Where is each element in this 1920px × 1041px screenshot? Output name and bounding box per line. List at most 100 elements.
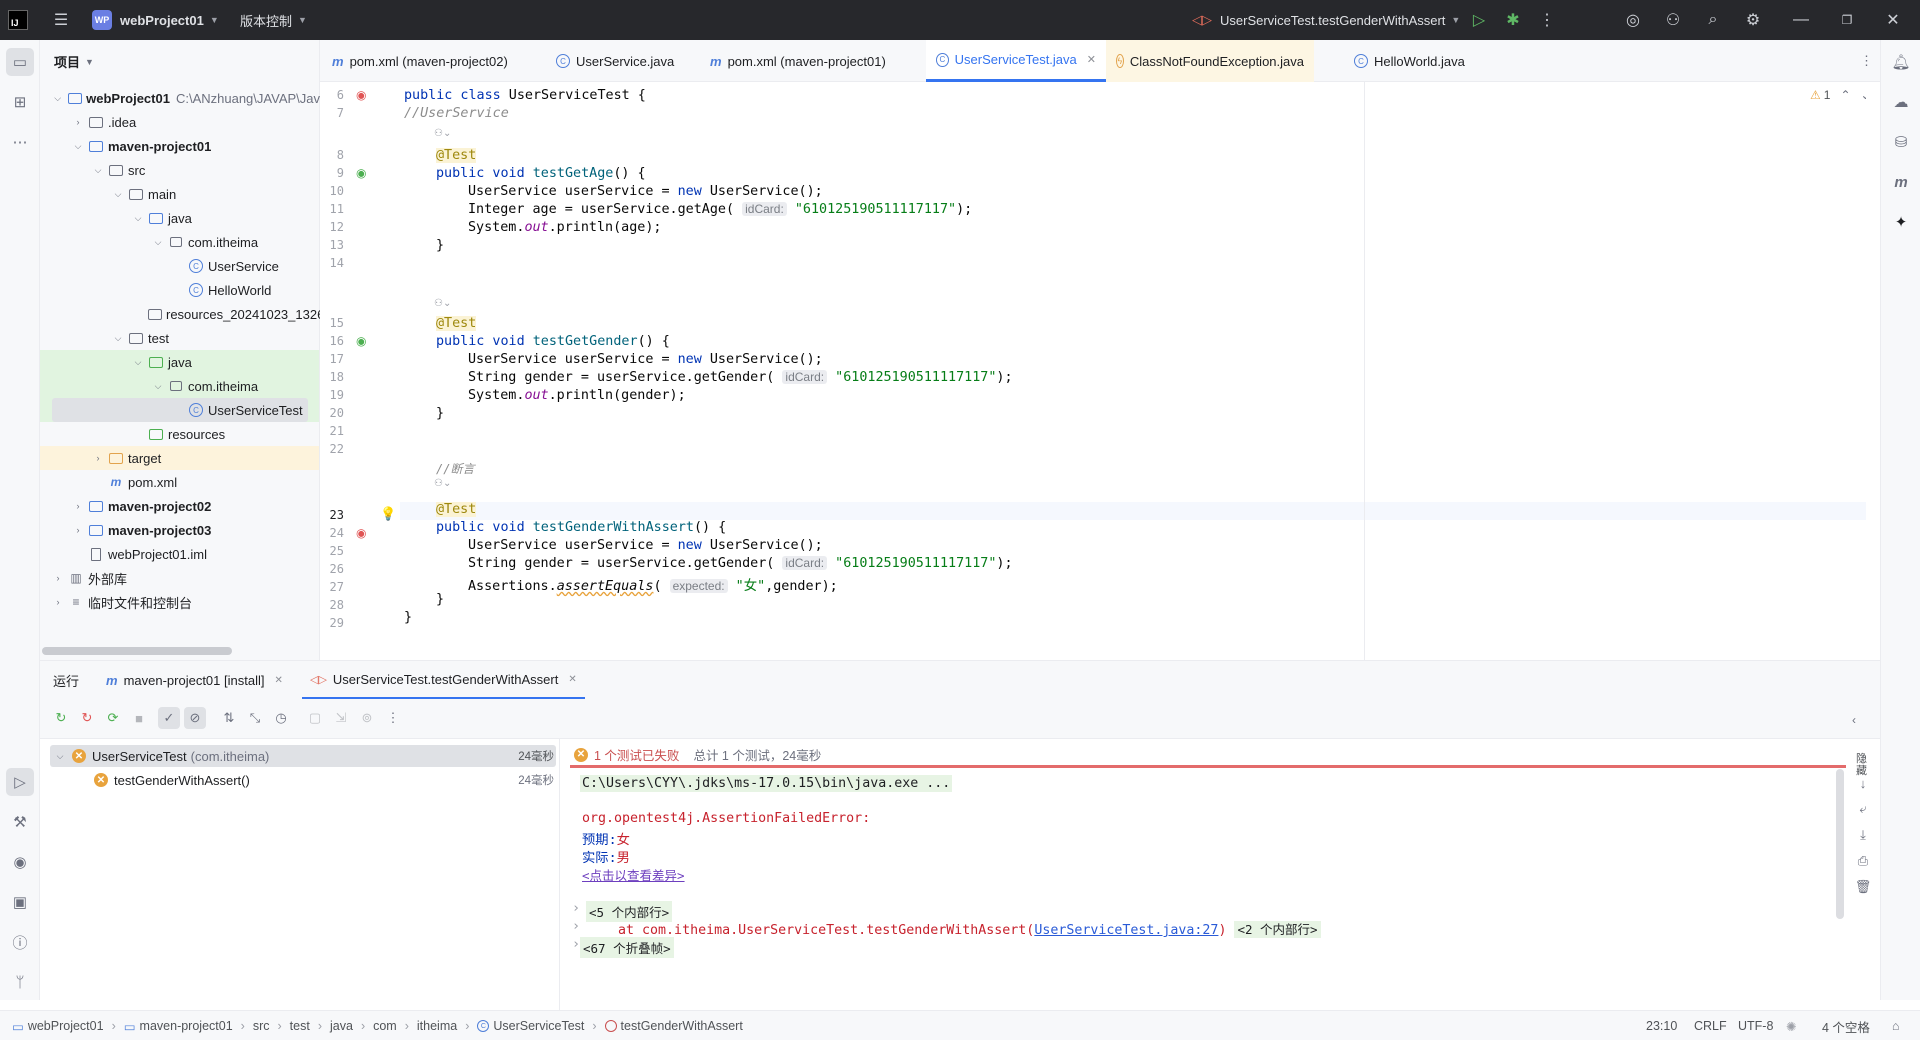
rerun-button[interactable]: ↻ (50, 707, 72, 729)
breadcrumb-item[interactable]: java (330, 1019, 353, 1033)
stop-button[interactable]: ■ (128, 707, 150, 729)
ai-assistant-button[interactable]: ◎ (1620, 0, 1646, 40)
tab-options-button[interactable]: ⋮ (1850, 40, 1883, 82)
tree-item-iml[interactable]: webProject01.iml (40, 542, 320, 566)
search-everywhere-button[interactable]: ⌕ (1700, 0, 1726, 40)
close-tab-icon[interactable]: ✕ (568, 674, 576, 685)
more-actions-button[interactable]: ⋮ (1534, 0, 1560, 40)
tree-item-src[interactable]: ⌵ src (40, 158, 320, 182)
structure-tool-button[interactable]: ⊞ (6, 88, 34, 116)
file-encoding[interactable]: UTF-8 (1738, 1011, 1773, 1041)
horizontal-scrollbar[interactable] (42, 647, 232, 655)
soft-wrap-icon[interactable]: ⤶ (1859, 801, 1866, 817)
run-test-failed-icon[interactable]: ◉ (356, 88, 366, 102)
collapse-panel-icon[interactable]: ‹ (1852, 713, 1856, 727)
tab-pom-maven-project02[interactable]: m pom.xml (maven-project02) (322, 40, 518, 82)
indent-settings[interactable]: 4 个空格 (1822, 1011, 1870, 1041)
tree-item-test-package[interactable]: ⌵ com.itheima (40, 374, 320, 398)
tree-item-test[interactable]: ⌵ test (40, 326, 320, 350)
inlay-usage-icon[interactable]: ⚇⌄ (434, 478, 451, 489)
trash-icon[interactable]: 🗑︎ (1855, 879, 1872, 895)
coverage-button[interactable]: ⊚ (356, 707, 378, 729)
source-link[interactable]: UserServiceTest.java:27 (1034, 923, 1218, 938)
test-console[interactable]: ✕ 1 个测试已失败 总计 1 个测试，24毫秒 C:\Users\CYY\.j… (570, 739, 1850, 1011)
build-tool-button[interactable]: ⚒ (6, 808, 34, 836)
project-panel-header[interactable]: 项目 ▼ (54, 52, 94, 71)
notifications-button[interactable]: 🔔︎ (1887, 48, 1915, 76)
terminal-tool-button[interactable]: ▣ (6, 888, 34, 916)
project-selector[interactable]: WP webProject01 ▼ (92, 0, 219, 40)
settings-button[interactable]: ⚙ (1740, 0, 1766, 40)
minimize-button[interactable]: — (1788, 0, 1814, 40)
screenshot-button[interactable]: ▢ (304, 707, 326, 729)
readonly-toggle[interactable]: ⌂ (1892, 1011, 1900, 1041)
tab-userservice[interactable]: C UserService.java (546, 40, 684, 82)
tree-item-external-libraries[interactable]: › ▥ 外部库 (40, 566, 320, 590)
inlay-usage-icon[interactable]: ⚇⌄ (434, 298, 451, 309)
inspection-widget[interactable]: ⚠ 1 ⌃ ⌄ (1810, 88, 1866, 102)
plugin-button[interactable]: ✦ (1887, 208, 1915, 236)
git-tool-button[interactable]: ᛘ (6, 968, 34, 996)
caret-position[interactable]: 23:10 (1646, 1011, 1677, 1041)
toggle-auto-test-button[interactable]: ⟳ (102, 707, 124, 729)
tree-item-main-java[interactable]: ⌵ java (40, 206, 320, 230)
tree-item-main[interactable]: ⌵ main (40, 182, 320, 206)
tree-item-maven-project02[interactable]: › maven-project02 (40, 494, 320, 518)
show-passed-button[interactable]: ✓ (158, 707, 180, 729)
rerun-failed-button[interactable]: ↻ (76, 707, 98, 729)
run-button[interactable]: ▷ (1466, 0, 1492, 40)
inlay-usage-icon[interactable]: ⚇⌄ (434, 128, 451, 139)
breadcrumb-item[interactable]: itheima (417, 1019, 457, 1033)
close-window-button[interactable]: ✕ (1880, 0, 1906, 40)
test-history-button[interactable]: ◷ (270, 707, 292, 729)
close-tab-icon[interactable]: ✕ (1087, 53, 1096, 66)
main-menu-button[interactable]: ☰ (48, 0, 74, 40)
test-case-row[interactable]: ✕ testGenderWithAssert() 24毫秒 (94, 769, 554, 791)
tab-test-run[interactable]: ◁▷ UserServiceTest.testGenderWithAssert … (302, 661, 585, 699)
project-tool-button[interactable]: ▭ (6, 48, 34, 76)
run-config-selector[interactable]: ◁▷ UserServiceTest.testGenderWithAssert … (1192, 0, 1460, 40)
breadcrumb-item[interactable]: src (253, 1019, 270, 1033)
tab-maven-install[interactable]: m maven-project01 [install] ✕ (106, 661, 283, 699)
chevron-up-icon[interactable]: ⌃ (1840, 88, 1850, 102)
tree-item-main-package[interactable]: ⌵ com.itheima (40, 230, 320, 254)
tree-item-maven-project01[interactable]: ⌵ maven-project01 (40, 134, 320, 158)
show-ignored-button[interactable]: ⊘ (184, 707, 206, 729)
ai-chat-button[interactable]: ☁ (1887, 88, 1915, 116)
run-test-passed-icon[interactable]: ◉ (356, 166, 366, 180)
arrow-down-icon[interactable]: ↓ (1860, 776, 1867, 791)
view-diff-link[interactable]: <点击以查看差异> (582, 865, 685, 884)
more-tools-button[interactable]: ⋯ (6, 128, 34, 156)
tree-item-resources-backup[interactable]: resources_20241023_13260 (40, 302, 320, 326)
tree-item-scratches[interactable]: › ≡ 临时文件和控制台 (40, 590, 320, 614)
tree-item-userservicetest[interactable]: C UserServiceTest (40, 398, 320, 422)
tree-item-pom[interactable]: m pom.xml (40, 470, 320, 494)
sort-button[interactable]: ⇅ (218, 707, 240, 729)
run-test-passed-icon[interactable]: ◉ (356, 334, 366, 348)
internal-lines-fold[interactable]: <2 个内部行> (1234, 921, 1321, 938)
breadcrumb-item[interactable]: testGenderWithAssert (621, 1019, 743, 1033)
close-tab-icon[interactable]: ✕ (274, 675, 282, 686)
tab-userservicetest[interactable]: C UserServiceTest.java ✕ (926, 40, 1106, 82)
breadcrumb-item[interactable]: UserServiceTest (493, 1019, 584, 1033)
chevron-right-icon[interactable]: › (572, 901, 580, 916)
import-tests-button[interactable]: ⇲ (330, 707, 352, 729)
vcs-menu[interactable]: 版本控制 ▼ (240, 0, 307, 40)
tree-item-userservice[interactable]: C UserService (40, 254, 320, 278)
tree-item-test-resources[interactable]: resources (40, 422, 320, 446)
maven-button[interactable]: m (1887, 168, 1915, 196)
tree-item-helloworld[interactable]: C HelloWorld (40, 278, 320, 302)
tab-pom-maven-project01[interactable]: m pom.xml (maven-project01) (700, 40, 896, 82)
database-button[interactable]: ⛁ (1887, 128, 1915, 156)
app-logo[interactable]: IJ (8, 0, 28, 40)
test-suite-row[interactable]: ⌵ ✕ UserServiceTest (com.itheima) 24毫秒 (54, 745, 554, 767)
breadcrumb-item[interactable]: webProject01 (28, 1019, 104, 1033)
tree-item-idea[interactable]: › .idea (40, 110, 320, 134)
run-tool-button[interactable]: ▷ (6, 768, 34, 796)
analysis-indicator[interactable]: ✺ (1786, 1011, 1796, 1041)
lightbulb-icon[interactable]: 💡 (380, 506, 396, 522)
maximize-button[interactable]: ❐ (1834, 0, 1860, 40)
print-icon[interactable]: ⎙ (1858, 853, 1868, 869)
tab-helloworld[interactable]: C HelloWorld.java (1344, 40, 1475, 82)
line-separator[interactable]: CRLF (1694, 1011, 1727, 1041)
